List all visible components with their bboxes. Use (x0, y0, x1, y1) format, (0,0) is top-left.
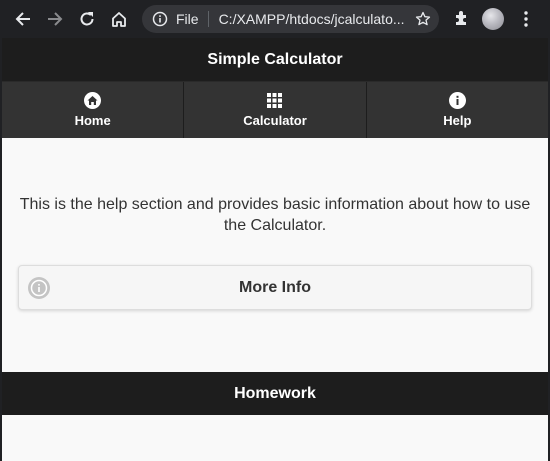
grid-icon (266, 92, 283, 109)
url-text[interactable]: C:/XAMPP/htdocs/jcalculato... (219, 11, 409, 27)
navbar: Home Calculator Help (2, 81, 548, 138)
browser-toolbar: File C:/XAMPP/htdocs/jcalculato... (0, 0, 550, 38)
forward-button[interactable] (42, 6, 68, 32)
home-button[interactable] (106, 6, 132, 32)
extensions-icon[interactable] (453, 9, 471, 32)
nav-item-home[interactable]: Home (2, 82, 185, 138)
url-scheme-label: File (176, 11, 199, 27)
reload-button[interactable] (74, 6, 100, 32)
footer-title: Homework (234, 384, 316, 402)
info-icon[interactable] (152, 11, 168, 27)
info-icon (28, 277, 50, 299)
nav-item-label: Calculator (243, 113, 307, 128)
bookmark-star-icon[interactable] (415, 11, 431, 30)
address-divider (207, 11, 209, 27)
home-icon (84, 92, 102, 109)
forward-icon (48, 12, 63, 26)
help-section: This is the help section and provides ba… (2, 194, 548, 310)
home-icon (112, 12, 126, 27)
app-header: Simple Calculator (2, 38, 548, 81)
nav-item-label: Home (74, 113, 111, 128)
nav-item-label: Help (443, 113, 472, 128)
page-viewport: Simple Calculator Home Calculator Help T… (2, 38, 548, 461)
footer-bar: Homework (2, 372, 548, 415)
profile-avatar[interactable] (482, 8, 504, 30)
back-icon (15, 12, 30, 26)
info-icon (448, 92, 466, 109)
more-info-button[interactable]: More Info (18, 265, 532, 310)
more-info-label: More Info (239, 278, 311, 296)
menu-dots-icon[interactable] (519, 10, 533, 33)
help-description: This is the help section and provides ba… (19, 196, 531, 234)
nav-item-help[interactable]: Help (366, 82, 548, 138)
reload-icon (80, 12, 94, 26)
back-button[interactable] (10, 6, 36, 32)
nav-item-calculator[interactable]: Calculator (184, 82, 367, 138)
page-title: Simple Calculator (207, 50, 343, 68)
address-bar[interactable]: File C:/XAMPP/htdocs/jcalculato... (142, 5, 439, 33)
